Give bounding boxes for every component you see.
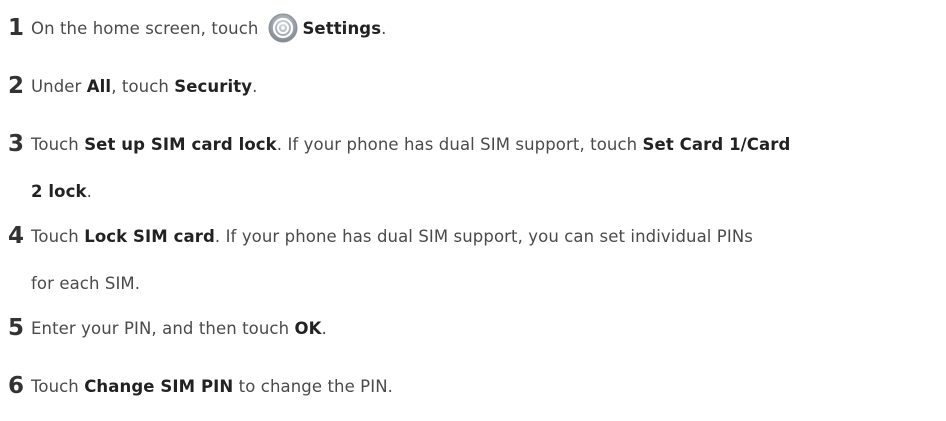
step-5: 5 Enter your PIN, and then touch OK. bbox=[8, 312, 938, 345]
instruction-steps: 1 On the home screen, touch Settings. 2 Un… bbox=[0, 0, 946, 421]
set-card-lock-label-cont: 2 lock bbox=[31, 182, 87, 201]
step-number: 4 bbox=[8, 223, 25, 249]
step-text: Touch bbox=[31, 227, 85, 246]
step-text: . bbox=[86, 182, 92, 201]
step-text: to change the PIN. bbox=[233, 377, 393, 396]
ok-label: OK bbox=[294, 319, 322, 338]
settings-label: Settings bbox=[302, 19, 382, 38]
step-text: Touch bbox=[31, 135, 85, 154]
step-text: . bbox=[381, 19, 387, 38]
step-text: Under bbox=[31, 77, 87, 96]
step-text: Enter your PIN, and then touch bbox=[31, 319, 295, 338]
security-label: Security bbox=[174, 77, 253, 96]
step-text: for each SIM. bbox=[31, 274, 141, 293]
step-number: 1 bbox=[8, 15, 25, 41]
step-text: . bbox=[321, 319, 327, 338]
step-2: 2 Under All, touch Security. bbox=[8, 70, 938, 103]
all-label: All bbox=[86, 77, 112, 96]
step-3: 3 Touch Set up SIM card lock. If your pho… bbox=[8, 128, 938, 208]
step-number: 3 bbox=[8, 131, 25, 157]
change-sim-pin-label: Change SIM PIN bbox=[84, 377, 234, 396]
step-text: . If your phone has dual SIM support, to… bbox=[276, 135, 643, 154]
lock-sim-card-label: Lock SIM card bbox=[84, 227, 215, 246]
set-up-sim-card-lock-label: Set up SIM card lock bbox=[84, 135, 277, 154]
step-6: 6 Touch Change SIM PIN to change the PIN. bbox=[8, 370, 938, 403]
step-text: . If your phone has dual SIM support, yo… bbox=[214, 227, 753, 246]
step-text: On the home screen, touch bbox=[31, 19, 259, 38]
step-text: , touch bbox=[111, 77, 175, 96]
step-number: 2 bbox=[8, 73, 25, 99]
step-1: 1 On the home screen, touch Settings. bbox=[8, 12, 938, 45]
set-card-lock-label: Set Card 1/Card bbox=[642, 135, 791, 154]
step-4: 4 Touch Lock SIM card. If your phone has … bbox=[8, 220, 938, 300]
settings-gear-icon bbox=[268, 13, 298, 43]
step-number: 5 bbox=[8, 315, 25, 341]
step-text: . bbox=[252, 77, 258, 96]
step-text: Touch bbox=[31, 377, 85, 396]
step-number: 6 bbox=[8, 373, 25, 399]
